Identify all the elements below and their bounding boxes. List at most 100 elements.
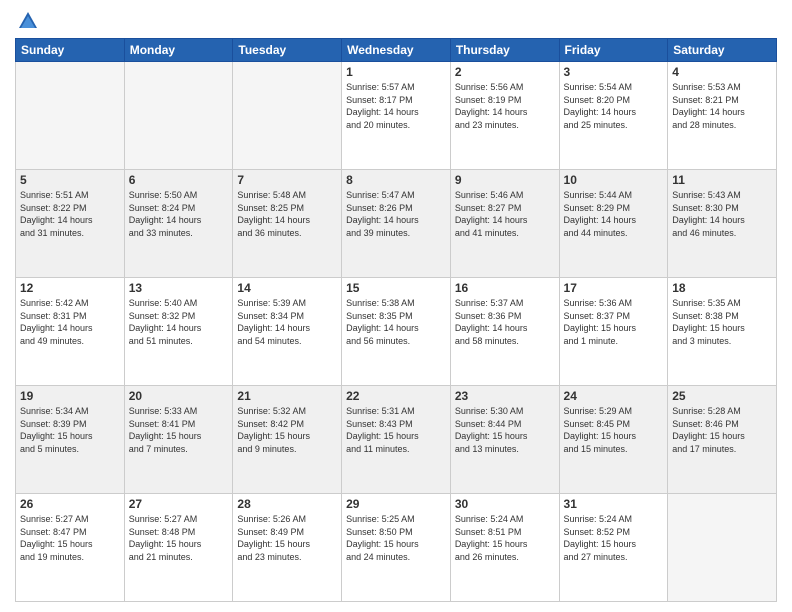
col-header-tuesday: Tuesday xyxy=(233,39,342,62)
day-info: Sunrise: 5:51 AM Sunset: 8:22 PM Dayligh… xyxy=(20,189,120,239)
col-header-saturday: Saturday xyxy=(668,39,777,62)
day-cell: 22Sunrise: 5:31 AM Sunset: 8:43 PM Dayli… xyxy=(342,386,451,494)
header xyxy=(15,10,777,32)
day-cell: 26Sunrise: 5:27 AM Sunset: 8:47 PM Dayli… xyxy=(16,494,125,602)
day-cell xyxy=(233,62,342,170)
calendar-table: SundayMondayTuesdayWednesdayThursdayFrid… xyxy=(15,38,777,602)
day-info: Sunrise: 5:56 AM Sunset: 8:19 PM Dayligh… xyxy=(455,81,555,131)
day-number: 24 xyxy=(564,389,664,403)
day-cell xyxy=(16,62,125,170)
col-header-wednesday: Wednesday xyxy=(342,39,451,62)
day-number: 22 xyxy=(346,389,446,403)
day-info: Sunrise: 5:26 AM Sunset: 8:49 PM Dayligh… xyxy=(237,513,337,563)
day-cell: 9 Sunrise: 5:46 AM Sunset: 8:27 PM Daylig… xyxy=(450,170,559,278)
day-cell: 11 Sunrise: 5:43 AM Sunset: 8:30 PM Dayli… xyxy=(668,170,777,278)
day-number: 3 xyxy=(564,65,664,79)
col-header-sunday: Sunday xyxy=(16,39,125,62)
day-cell: 15 Sunrise: 5:38 AM Sunset: 8:35 PM Dayli… xyxy=(342,278,451,386)
day-info: Sunrise: 5:37 AM Sunset: 8:36 PM Dayligh… xyxy=(455,297,555,347)
day-info: Sunrise: 5:29 AM Sunset: 8:45 PM Dayligh… xyxy=(564,405,664,455)
day-cell: 16 Sunrise: 5:37 AM Sunset: 8:36 PM Dayli… xyxy=(450,278,559,386)
day-cell: 24 Sunrise: 5:29 AM Sunset: 8:45 PM Dayli… xyxy=(559,386,668,494)
day-cell: 29Sunrise: 5:25 AM Sunset: 8:50 PM Dayli… xyxy=(342,494,451,602)
day-info: Sunrise: 5:43 AM Sunset: 8:30 PM Dayligh… xyxy=(672,189,772,239)
day-number: 26 xyxy=(20,497,120,511)
day-info: Sunrise: 5:38 AM Sunset: 8:35 PM Dayligh… xyxy=(346,297,446,347)
day-cell: 4Sunrise: 5:53 AM Sunset: 8:21 PM Daylig… xyxy=(668,62,777,170)
day-number: 15 xyxy=(346,281,446,295)
day-cell: 7 Sunrise: 5:48 AM Sunset: 8:25 PM Daylig… xyxy=(233,170,342,278)
day-info: Sunrise: 5:40 AM Sunset: 8:32 PM Dayligh… xyxy=(129,297,229,347)
day-number: 10 xyxy=(564,173,664,187)
day-number: 28 xyxy=(237,497,337,511)
col-header-thursday: Thursday xyxy=(450,39,559,62)
day-cell: 13 Sunrise: 5:40 AM Sunset: 8:32 PM Dayli… xyxy=(124,278,233,386)
day-number: 21 xyxy=(237,389,337,403)
day-number: 11 xyxy=(672,173,772,187)
week-row-4: 26Sunrise: 5:27 AM Sunset: 8:47 PM Dayli… xyxy=(16,494,777,602)
day-number: 19 xyxy=(20,389,120,403)
day-cell: 31Sunrise: 5:24 AM Sunset: 8:52 PM Dayli… xyxy=(559,494,668,602)
week-row-0: 1 Sunrise: 5:57 AM Sunset: 8:17 PM Daylig… xyxy=(16,62,777,170)
day-number: 20 xyxy=(129,389,229,403)
day-number: 5 xyxy=(20,173,120,187)
logo-icon xyxy=(17,10,39,32)
week-row-2: 12 Sunrise: 5:42 AM Sunset: 8:31 PM Dayli… xyxy=(16,278,777,386)
day-cell: 10 Sunrise: 5:44 AM Sunset: 8:29 PM Dayli… xyxy=(559,170,668,278)
day-cell: 23 Sunrise: 5:30 AM Sunset: 8:44 PM Dayli… xyxy=(450,386,559,494)
header-row: SundayMondayTuesdayWednesdayThursdayFrid… xyxy=(16,39,777,62)
col-header-friday: Friday xyxy=(559,39,668,62)
day-number: 7 xyxy=(237,173,337,187)
day-number: 8 xyxy=(346,173,446,187)
day-info: Sunrise: 5:39 AM Sunset: 8:34 PM Dayligh… xyxy=(237,297,337,347)
week-row-1: 5 Sunrise: 5:51 AM Sunset: 8:22 PM Daylig… xyxy=(16,170,777,278)
day-info: Sunrise: 5:36 AM Sunset: 8:37 PM Dayligh… xyxy=(564,297,664,347)
day-number: 30 xyxy=(455,497,555,511)
day-cell xyxy=(668,494,777,602)
day-number: 31 xyxy=(564,497,664,511)
day-number: 12 xyxy=(20,281,120,295)
day-cell: 6 Sunrise: 5:50 AM Sunset: 8:24 PM Daylig… xyxy=(124,170,233,278)
day-cell: 2 Sunrise: 5:56 AM Sunset: 8:19 PM Daylig… xyxy=(450,62,559,170)
day-number: 18 xyxy=(672,281,772,295)
day-number: 14 xyxy=(237,281,337,295)
day-info: Sunrise: 5:33 AM Sunset: 8:41 PM Dayligh… xyxy=(129,405,229,455)
day-number: 2 xyxy=(455,65,555,79)
week-row-3: 19Sunrise: 5:34 AM Sunset: 8:39 PM Dayli… xyxy=(16,386,777,494)
day-number: 1 xyxy=(346,65,446,79)
day-cell: 12 Sunrise: 5:42 AM Sunset: 8:31 PM Dayli… xyxy=(16,278,125,386)
day-info: Sunrise: 5:48 AM Sunset: 8:25 PM Dayligh… xyxy=(237,189,337,239)
day-number: 25 xyxy=(672,389,772,403)
day-cell: 19Sunrise: 5:34 AM Sunset: 8:39 PM Dayli… xyxy=(16,386,125,494)
day-number: 16 xyxy=(455,281,555,295)
logo xyxy=(15,10,39,32)
day-cell: 8 Sunrise: 5:47 AM Sunset: 8:26 PM Daylig… xyxy=(342,170,451,278)
day-info: Sunrise: 5:27 AM Sunset: 8:48 PM Dayligh… xyxy=(129,513,229,563)
day-info: Sunrise: 5:50 AM Sunset: 8:24 PM Dayligh… xyxy=(129,189,229,239)
day-info: Sunrise: 5:35 AM Sunset: 8:38 PM Dayligh… xyxy=(672,297,772,347)
day-cell: 27Sunrise: 5:27 AM Sunset: 8:48 PM Dayli… xyxy=(124,494,233,602)
day-info: Sunrise: 5:32 AM Sunset: 8:42 PM Dayligh… xyxy=(237,405,337,455)
day-number: 6 xyxy=(129,173,229,187)
page: SundayMondayTuesdayWednesdayThursdayFrid… xyxy=(0,0,792,612)
day-info: Sunrise: 5:57 AM Sunset: 8:17 PM Dayligh… xyxy=(346,81,446,131)
day-info: Sunrise: 5:24 AM Sunset: 8:51 PM Dayligh… xyxy=(455,513,555,563)
day-info: Sunrise: 5:46 AM Sunset: 8:27 PM Dayligh… xyxy=(455,189,555,239)
day-cell: 21 Sunrise: 5:32 AM Sunset: 8:42 PM Dayli… xyxy=(233,386,342,494)
day-cell: 30 Sunrise: 5:24 AM Sunset: 8:51 PM Dayli… xyxy=(450,494,559,602)
day-number: 9 xyxy=(455,173,555,187)
day-cell: 5 Sunrise: 5:51 AM Sunset: 8:22 PM Daylig… xyxy=(16,170,125,278)
day-info: Sunrise: 5:47 AM Sunset: 8:26 PM Dayligh… xyxy=(346,189,446,239)
day-cell: 20 Sunrise: 5:33 AM Sunset: 8:41 PM Dayli… xyxy=(124,386,233,494)
day-cell: 17 Sunrise: 5:36 AM Sunset: 8:37 PM Dayli… xyxy=(559,278,668,386)
day-info: Sunrise: 5:54 AM Sunset: 8:20 PM Dayligh… xyxy=(564,81,664,131)
day-number: 23 xyxy=(455,389,555,403)
day-cell: 25Sunrise: 5:28 AM Sunset: 8:46 PM Dayli… xyxy=(668,386,777,494)
day-number: 17 xyxy=(564,281,664,295)
day-cell xyxy=(124,62,233,170)
day-number: 13 xyxy=(129,281,229,295)
day-info: Sunrise: 5:30 AM Sunset: 8:44 PM Dayligh… xyxy=(455,405,555,455)
day-info: Sunrise: 5:42 AM Sunset: 8:31 PM Dayligh… xyxy=(20,297,120,347)
day-info: Sunrise: 5:25 AM Sunset: 8:50 PM Dayligh… xyxy=(346,513,446,563)
day-info: Sunrise: 5:44 AM Sunset: 8:29 PM Dayligh… xyxy=(564,189,664,239)
